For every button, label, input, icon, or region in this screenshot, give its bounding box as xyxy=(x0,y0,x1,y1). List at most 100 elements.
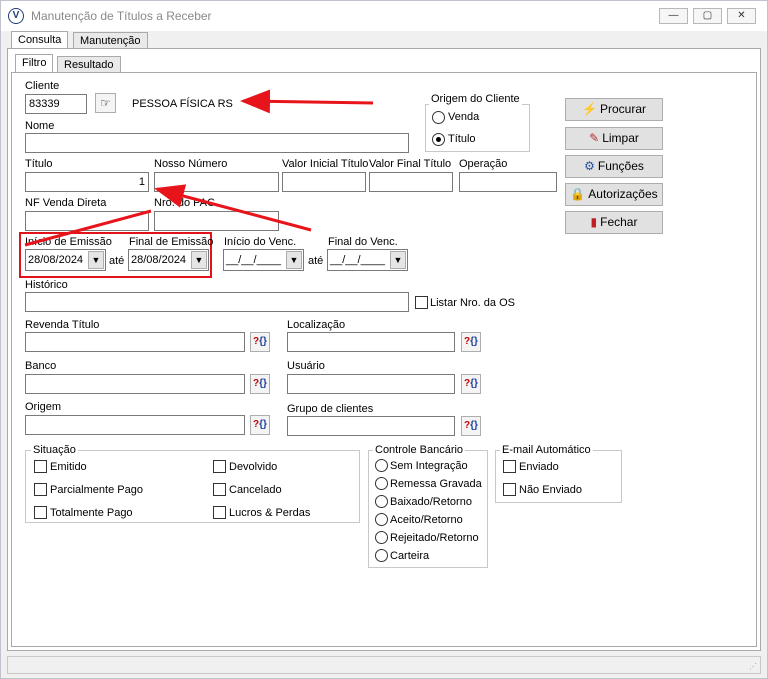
limpar-label: Limpar xyxy=(602,131,639,145)
inicio-venc-picker[interactable]: __/__/____ ▼ xyxy=(223,249,304,271)
inicio-venc-label: Início do Venc. xyxy=(224,236,297,248)
tab-filtro[interactable]: Filtro xyxy=(15,54,54,73)
usuario-help-button[interactable]: ?{} xyxy=(461,374,481,394)
tab-manutencao[interactable]: Manutenção xyxy=(73,32,148,49)
listar-os-checkbox[interactable] xyxy=(415,296,428,309)
totalmente-pago-label: Totalmente Pago xyxy=(50,507,133,519)
inicio-emissao-value: 28/08/2024 xyxy=(28,254,84,266)
status-bar xyxy=(7,656,761,674)
funcoes-label: Funções xyxy=(597,159,644,173)
nf-venda-label: NF Venda Direta xyxy=(25,197,107,209)
banco-input[interactable] xyxy=(25,374,245,394)
usuario-input[interactable] xyxy=(287,374,455,394)
localizacao-label: Localização xyxy=(287,319,346,331)
radio-rejeitado-retorno[interactable] xyxy=(375,531,388,544)
origem-label: Origem xyxy=(25,401,62,413)
help-query-icon: ?{} xyxy=(464,336,478,347)
valor-inicial-input[interactable] xyxy=(282,172,366,192)
chevron-down-icon[interactable]: ▼ xyxy=(88,251,104,269)
radio-remessa-gravada[interactable] xyxy=(375,477,388,490)
radio-sem-integracao[interactable] xyxy=(375,459,388,472)
localizacao-help-button[interactable]: ?{} xyxy=(461,332,481,352)
ate-label-2: até xyxy=(308,255,324,267)
titulo-input[interactable]: 1 xyxy=(25,172,149,192)
parcialmente-pago-checkbox[interactable] xyxy=(34,483,47,496)
rejeitado-retorno-label: Rejeitado/Retorno xyxy=(390,532,479,544)
chevron-down-icon[interactable]: ▼ xyxy=(390,251,406,269)
lucros-perdas-label: Lucros & Perdas xyxy=(229,507,311,519)
inicio-emissao-picker[interactable]: 28/08/2024 ▼ xyxy=(25,249,106,271)
revenda-titulo-input[interactable] xyxy=(25,332,245,352)
tab-resultado[interactable]: Resultado xyxy=(57,56,121,73)
operacao-input[interactable] xyxy=(459,172,557,192)
localizacao-input[interactable] xyxy=(287,332,455,352)
final-venc-picker[interactable]: __/__/____ ▼ xyxy=(327,249,408,271)
usuario-label: Usuário xyxy=(287,360,325,372)
email-automatico-title: E-mail Automático xyxy=(500,444,593,456)
nao-enviado-checkbox[interactable] xyxy=(503,483,516,496)
totalmente-pago-checkbox[interactable] xyxy=(34,506,47,519)
procurar-button[interactable]: ⚡ Procurar xyxy=(565,98,663,121)
banco-label: Banco xyxy=(25,360,57,372)
nosso-numero-label: Nosso Número xyxy=(154,158,228,170)
restore-button[interactable]: ▢ xyxy=(693,8,722,24)
help-query-icon: ?{} xyxy=(253,419,267,430)
origem-cliente-title: Origem do Cliente xyxy=(429,93,522,105)
emitido-checkbox[interactable] xyxy=(34,460,47,473)
final-emissao-picker[interactable]: 28/08/2024 ▼ xyxy=(128,249,209,271)
close-button[interactable]: ✕ xyxy=(727,8,756,24)
enviado-checkbox[interactable] xyxy=(503,460,516,473)
lucros-perdas-checkbox[interactable] xyxy=(213,506,226,519)
nro-pac-label: Nro. do PAC xyxy=(154,197,215,209)
limpar-button[interactable]: ✎ Limpar xyxy=(565,127,663,150)
radio-titulo[interactable] xyxy=(432,133,445,146)
origem-help-button[interactable]: ?{} xyxy=(250,415,270,435)
cancelado-label: Cancelado xyxy=(229,484,282,496)
cancelado-checkbox[interactable] xyxy=(213,483,226,496)
final-venc-value: __/__/____ xyxy=(330,254,386,266)
controle-bancario-title: Controle Bancário xyxy=(373,444,466,456)
lightning-icon: ⚡ xyxy=(582,102,597,116)
app-logo-icon: V xyxy=(8,8,24,24)
tab-consulta[interactable]: Consulta xyxy=(11,31,69,49)
final-venc-label: Final do Venc. xyxy=(328,236,398,248)
help-query-icon: ?{} xyxy=(253,378,267,389)
hand-pointer-icon: ☞ xyxy=(100,96,111,110)
historico-input[interactable] xyxy=(25,292,409,312)
valor-final-input[interactable] xyxy=(369,172,453,192)
autorizacoes-button[interactable]: 🔒 Autorizações xyxy=(565,183,663,206)
help-query-icon: ?{} xyxy=(253,336,267,347)
resize-grip-icon[interactable]: ⋰ xyxy=(749,662,757,671)
devolvido-checkbox[interactable] xyxy=(213,460,226,473)
titulo-label: Título xyxy=(25,158,53,170)
chevron-down-icon[interactable]: ▼ xyxy=(286,251,302,269)
historico-label: Histórico xyxy=(25,279,68,291)
origem-input[interactable] xyxy=(25,415,245,435)
chevron-down-icon[interactable]: ▼ xyxy=(191,251,207,269)
carteira-label: Carteira xyxy=(390,550,430,562)
search-client-button[interactable]: ☞ xyxy=(95,93,116,113)
nome-label: Nome xyxy=(25,120,55,132)
help-query-icon: ?{} xyxy=(464,420,478,431)
app-window: V Manutenção de Títulos a Receber — ▢ ✕ … xyxy=(0,0,768,679)
minimize-button[interactable]: — xyxy=(659,8,688,24)
grupo-clientes-input[interactable] xyxy=(287,416,455,436)
radio-venda[interactable] xyxy=(432,111,445,124)
nf-venda-input[interactable] xyxy=(25,211,149,231)
revenda-help-button[interactable]: ?{} xyxy=(250,332,270,352)
aceito-retorno-label: Aceito/Retorno xyxy=(390,514,463,526)
funcoes-button[interactable]: ⚙ Funções xyxy=(565,155,663,178)
sem-integracao-label: Sem Integração xyxy=(390,460,468,472)
nome-input[interactable] xyxy=(25,133,409,153)
fechar-button[interactable]: ▮ Fechar xyxy=(565,211,663,234)
banco-help-button[interactable]: ?{} xyxy=(250,374,270,394)
nosso-numero-input[interactable] xyxy=(154,172,279,192)
radio-baixado-retorno[interactable] xyxy=(375,495,388,508)
nro-pac-input[interactable] xyxy=(154,211,279,231)
inicio-emissao-label: Início de Emissão xyxy=(25,236,112,248)
grupo-clientes-help-button[interactable]: ?{} xyxy=(461,416,481,436)
remessa-gravada-label: Remessa Gravada xyxy=(390,478,482,490)
radio-aceito-retorno[interactable] xyxy=(375,513,388,526)
cliente-input[interactable]: 83339 xyxy=(25,94,87,114)
radio-carteira[interactable] xyxy=(375,549,388,562)
